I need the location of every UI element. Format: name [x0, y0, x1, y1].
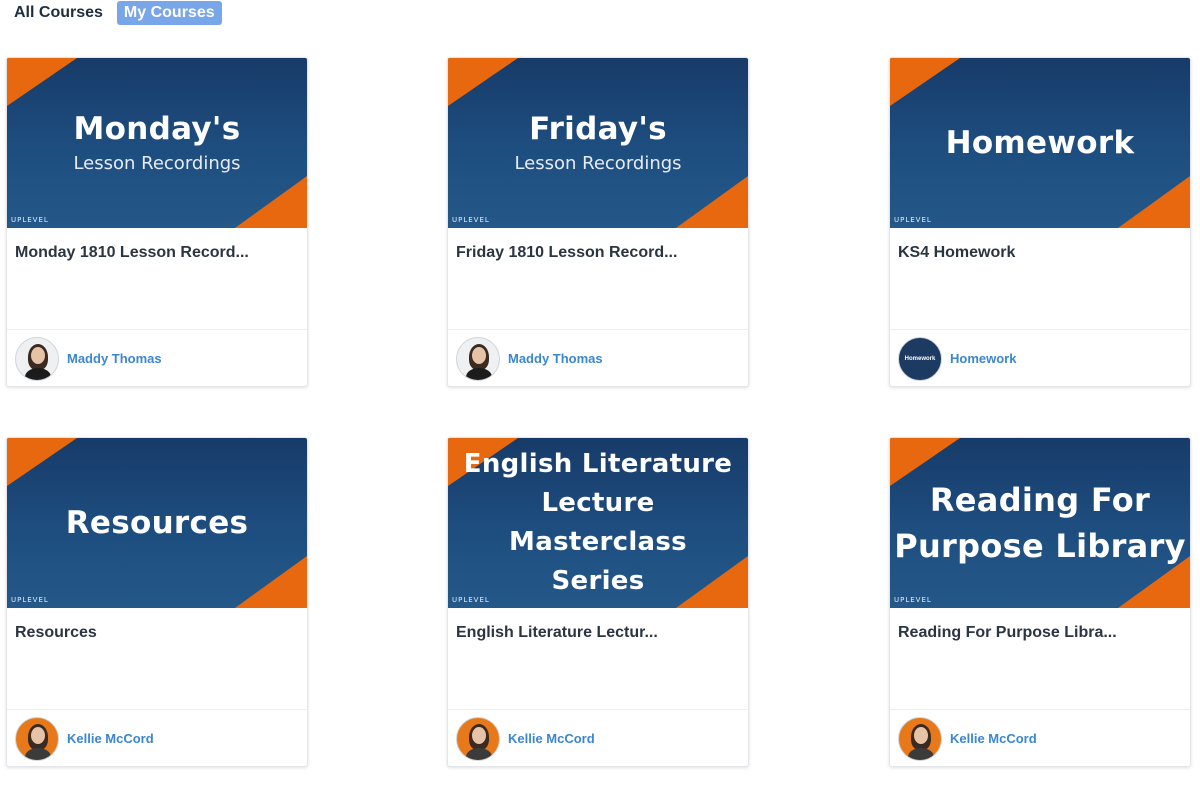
author-avatar[interactable]	[15, 716, 59, 761]
author-link[interactable]: Kellie McCord	[950, 731, 1037, 746]
thumbnail-banner: Homework	[890, 58, 1190, 228]
course-card[interactable]: Friday's Lesson Recordings UPLEVEL Frida…	[447, 57, 749, 387]
thumbnail-title: Friday's	[529, 110, 667, 147]
author-avatar[interactable]	[456, 716, 500, 761]
course-thumbnail: Homework UPLEVEL	[890, 58, 1190, 228]
thumbnail-banner: Monday's Lesson Recordings	[7, 58, 307, 228]
thumbnail-banner: Resources	[7, 438, 307, 608]
thumbnail-title-line: Purpose Library	[894, 527, 1186, 565]
course-footer: Kellie McCord	[7, 709, 307, 766]
uplevel-logo: UPLEVEL	[11, 216, 49, 224]
author-link[interactable]: Maddy Thomas	[67, 351, 162, 366]
thumbnail-subtitle: Lesson Recordings	[514, 152, 682, 174]
course-thumbnail: English Literature Lecture Masterclass S…	[448, 438, 748, 608]
author-link[interactable]: Kellie McCord	[508, 731, 595, 746]
thumbnail-title-line: Reading For	[929, 481, 1151, 519]
homework-avatar-text: Homework	[904, 355, 936, 362]
course-title[interactable]: KS4 Homework	[890, 228, 1190, 329]
uplevel-logo: UPLEVEL	[894, 596, 932, 604]
course-footer: Kellie McCord	[890, 709, 1190, 766]
uplevel-logo: UPLEVEL	[452, 596, 490, 604]
uplevel-logo: UPLEVEL	[894, 216, 932, 224]
author-avatar[interactable]	[898, 716, 942, 761]
course-title[interactable]: Resources	[7, 608, 307, 709]
thumbnail-title: Monday's	[73, 110, 241, 147]
course-footer: Homework Homework	[890, 329, 1190, 386]
course-card[interactable]: Resources UPLEVEL Resources Kellie McCor…	[6, 437, 308, 767]
course-card[interactable]: Homework UPLEVEL KS4 Homework Homework H…	[889, 57, 1191, 387]
course-thumbnail: Resources UPLEVEL	[7, 438, 307, 608]
course-title[interactable]: English Literature Lectur...	[448, 608, 748, 709]
course-thumbnail: Friday's Lesson Recordings UPLEVEL	[448, 58, 748, 228]
thumbnail-title-line: English Literature	[463, 449, 733, 479]
course-footer: Kellie McCord	[448, 709, 748, 766]
course-thumbnail: Reading For Purpose Library UPLEVEL	[890, 438, 1190, 608]
thumbnail-subtitle: Lesson Recordings	[73, 152, 241, 174]
course-title[interactable]: Friday 1810 Lesson Record...	[448, 228, 748, 329]
author-avatar[interactable]	[15, 336, 59, 381]
author-link[interactable]: Maddy Thomas	[508, 351, 603, 366]
course-grid: Monday's Lesson Recordings UPLEVEL Monda…	[0, 0, 1200, 786]
course-footer: Maddy Thomas	[7, 329, 307, 386]
thumbnail-banner: Friday's Lesson Recordings	[448, 58, 748, 228]
thumbnail-banner: English Literature Lecture Masterclass S…	[448, 438, 748, 608]
author-avatar[interactable]	[456, 336, 500, 381]
thumbnail-title: Homework	[945, 124, 1135, 161]
course-thumbnail: Monday's Lesson Recordings UPLEVEL	[7, 58, 307, 228]
uplevel-logo: UPLEVEL	[11, 596, 49, 604]
course-card[interactable]: Monday's Lesson Recordings UPLEVEL Monda…	[6, 57, 308, 387]
thumbnail-banner: Reading For Purpose Library	[890, 438, 1190, 608]
author-link[interactable]: Kellie McCord	[67, 731, 154, 746]
thumbnail-title: Resources	[65, 504, 249, 541]
author-link[interactable]: Homework	[950, 351, 1016, 366]
course-card[interactable]: Reading For Purpose Library UPLEVEL Read…	[889, 437, 1191, 767]
course-title[interactable]: Monday 1810 Lesson Record...	[7, 228, 307, 329]
course-card[interactable]: English Literature Lecture Masterclass S…	[447, 437, 749, 767]
course-title[interactable]: Reading For Purpose Libra...	[890, 608, 1190, 709]
thumbnail-title-line: Series	[551, 566, 645, 596]
uplevel-logo: UPLEVEL	[452, 216, 490, 224]
thumbnail-title-line: Lecture Masterclass	[509, 488, 687, 557]
course-footer: Maddy Thomas	[448, 329, 748, 386]
homework-avatar[interactable]: Homework	[898, 336, 942, 381]
